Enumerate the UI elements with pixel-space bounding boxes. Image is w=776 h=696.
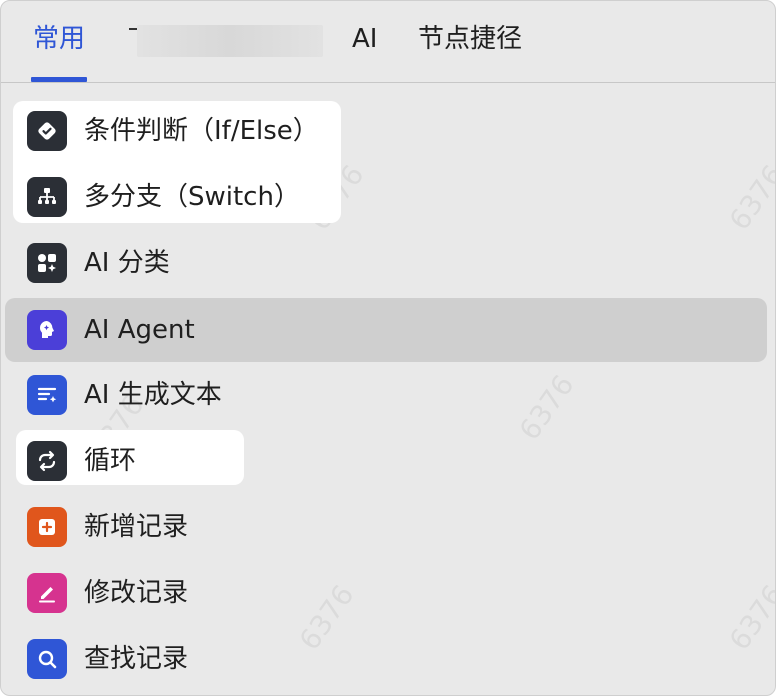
node-item-find-record[interactable]: 查找记录 xyxy=(5,627,767,691)
node-item-label: 修改记录 xyxy=(84,578,189,608)
node-item-label: 条件判断（If/Else） xyxy=(84,116,319,146)
active-tab-indicator xyxy=(31,77,87,82)
loop-arrows-icon xyxy=(27,441,67,481)
node-item-label: 查找记录 xyxy=(84,644,189,674)
tab-node-shortcuts[interactable]: 节点捷径 xyxy=(418,21,522,57)
tab-bar: 常用 AI 节点捷径 xyxy=(1,1,775,83)
ai-classify-icon xyxy=(27,243,67,283)
tab-ai[interactable]: AI xyxy=(352,21,377,57)
node-item-edit-record[interactable]: 修改记录 xyxy=(5,561,767,625)
node-item-ai-generate-text[interactable]: AI 生成文本 xyxy=(5,363,767,427)
node-item-label: AI Agent xyxy=(84,315,195,345)
ai-agent-head-icon xyxy=(27,310,67,350)
node-item-add-record[interactable]: 新增记录 xyxy=(5,495,767,559)
node-item-loop[interactable]: 循环 xyxy=(5,429,767,493)
redacted-mark xyxy=(129,28,137,30)
node-item-label: 多分支（Switch） xyxy=(84,182,300,212)
tab-common[interactable]: 常用 xyxy=(33,21,85,57)
search-record-icon xyxy=(27,639,67,679)
node-item-ai-classify[interactable]: AI 分类 xyxy=(5,231,767,295)
node-item-switch[interactable]: 多分支（Switch） xyxy=(5,165,767,229)
node-item-label: AI 生成文本 xyxy=(84,380,222,410)
condition-check-icon xyxy=(27,111,67,151)
node-item-label: AI 分类 xyxy=(84,248,170,278)
add-record-icon xyxy=(27,507,67,547)
ai-text-lines-icon xyxy=(27,375,67,415)
node-item-label: 新增记录 xyxy=(84,512,189,542)
tab-redacted[interactable] xyxy=(137,25,323,57)
node-picker-panel: 6376 6376 6376 6376 6376 6376 常用 AI 节点捷径… xyxy=(0,0,776,696)
node-item-label: 循环 xyxy=(84,446,137,476)
branch-tree-icon xyxy=(27,177,67,217)
node-item-ai-agent[interactable]: AI Agent xyxy=(5,298,767,362)
node-item-if-else[interactable]: 条件判断（If/Else） xyxy=(5,99,767,163)
edit-record-icon xyxy=(27,573,67,613)
